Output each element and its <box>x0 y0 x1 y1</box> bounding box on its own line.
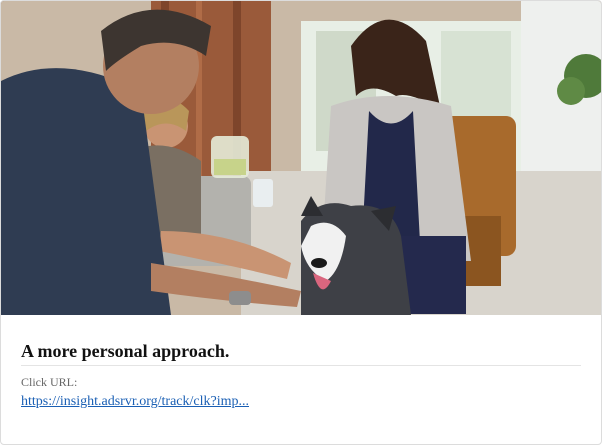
ad-headline[interactable]: A more personal approach. <box>21 341 581 366</box>
hero-image[interactable] <box>1 1 601 315</box>
click-url-label: Click URL: <box>21 375 78 389</box>
ad-card: A more personal approach. Click URL: htt… <box>0 0 602 445</box>
ad-content: A more personal approach. Click URL: htt… <box>21 315 581 410</box>
hero-photo <box>1 1 601 315</box>
click-url-link[interactable]: https://insight.adsrvr.org/track/clk?imp… <box>21 394 249 410</box>
